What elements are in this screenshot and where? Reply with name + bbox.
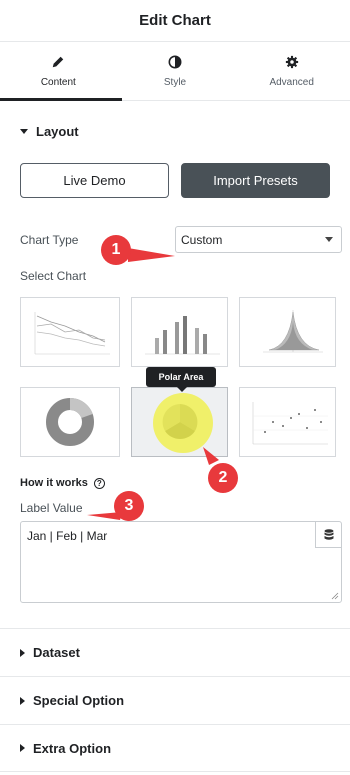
polar-area-tooltip: Polar Area (146, 367, 216, 392)
label-value-text: Jan | Feb | Mar (27, 529, 108, 543)
resize-handle-icon[interactable] (331, 592, 339, 600)
chevron-down-icon (325, 237, 333, 242)
caret-right-icon (20, 744, 25, 752)
preset-buttons: Live Demo Import Presets (0, 163, 350, 198)
panel-title: Edit Chart (139, 12, 211, 29)
gear-icon (285, 55, 298, 68)
chart-option-radar[interactable] (239, 297, 336, 367)
radar-chart-icon (262, 310, 323, 353)
how-it-works-link[interactable]: How it works ? (0, 477, 350, 489)
step-marker-3: 3 (114, 491, 144, 521)
step-marker-1: 1 (101, 235, 131, 265)
tab-advanced-label: Advanced (269, 76, 314, 88)
bar-chart-icon (144, 316, 220, 355)
caret-down-icon (20, 128, 28, 134)
scatter-chart-icon (252, 402, 328, 445)
database-icon (324, 528, 333, 540)
chart-type-label: Chart Type (20, 232, 79, 247)
extra-option-section-header[interactable]: Extra Option (0, 724, 350, 772)
tab-content-label: Content (40, 76, 76, 88)
caret-right-icon (20, 648, 25, 657)
extra-option-section-title: Extra Option (33, 740, 112, 756)
pencil-icon (53, 56, 64, 67)
click-highlight (153, 393, 213, 453)
layout-section-header[interactable]: Layout (0, 101, 350, 161)
tab-bar: Content Style Advanced (0, 42, 350, 101)
chart-type-row: Chart Type Custom (0, 226, 350, 253)
layout-section-title: Layout (36, 123, 79, 139)
tab-advanced[interactable]: Advanced (233, 42, 350, 100)
dataset-section-header[interactable]: Dataset (0, 628, 350, 676)
special-option-section-title: Special Option (33, 693, 125, 708)
chart-type-value: Custom (181, 232, 223, 247)
dynamic-tags-button[interactable] (315, 522, 341, 548)
chart-option-line[interactable] (20, 297, 120, 367)
import-presets-button[interactable]: Import Presets (181, 163, 330, 198)
question-icon: ? (93, 477, 105, 489)
chart-option-scatter[interactable] (239, 387, 336, 457)
live-demo-button[interactable]: Live Demo (20, 163, 169, 198)
chart-option-doughnut[interactable] (20, 387, 120, 457)
contrast-icon (168, 55, 182, 68)
chart-option-bar[interactable] (131, 297, 228, 367)
how-it-works-label: How it works (20, 477, 88, 489)
line-chart-icon (34, 312, 110, 355)
doughnut-chart-icon (46, 397, 94, 446)
tab-style-label: Style (163, 76, 187, 88)
chart-type-select[interactable]: Custom (175, 226, 342, 253)
panel-header: Edit Chart (0, 0, 350, 42)
label-value-textarea[interactable]: Jan | Feb | Mar (20, 521, 342, 603)
dataset-section-title: Dataset (33, 645, 80, 660)
step-marker-2: 2 (208, 463, 238, 493)
active-tab-indicator (0, 98, 122, 101)
label-value-label: Label Value (20, 501, 83, 515)
caret-right-icon (20, 696, 25, 705)
tab-style[interactable]: Style (117, 42, 234, 100)
special-option-section-header[interactable]: Special Option (0, 676, 350, 724)
select-chart-label: Select Chart (20, 269, 87, 283)
tab-content[interactable]: Content (0, 42, 117, 100)
